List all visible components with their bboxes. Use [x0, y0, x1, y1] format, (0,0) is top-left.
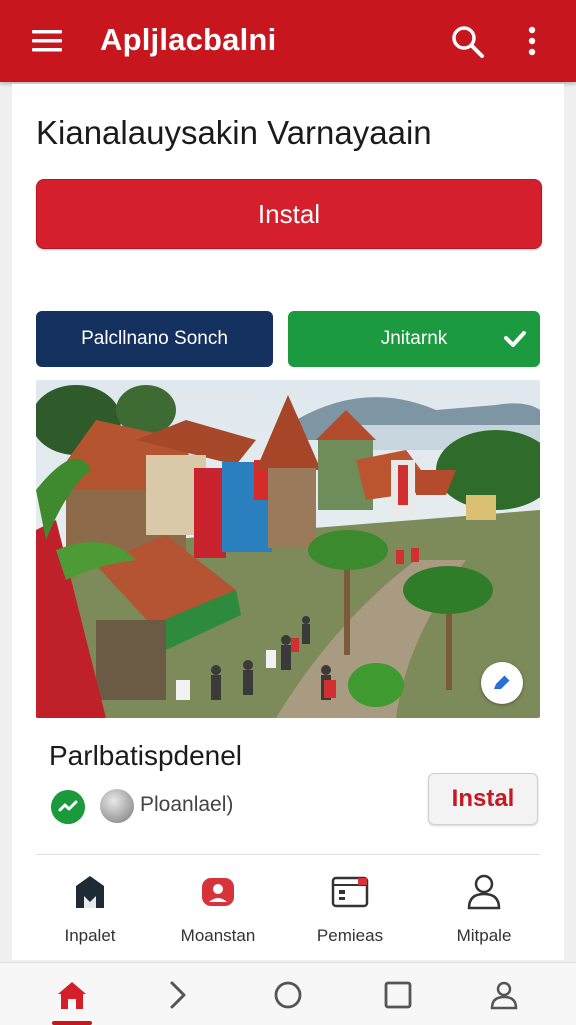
primary-action-button[interactable]: Palcllnano Sonch [36, 311, 273, 367]
app-avatar [100, 789, 134, 823]
store-icon [76, 876, 104, 908]
edit-icon [494, 674, 511, 689]
menu-icon[interactable] [28, 26, 68, 58]
app-item-meta: Ploanlael) [140, 793, 234, 816]
app-item-install-button[interactable]: Instal [428, 773, 538, 825]
secondary-action-label: Jnitarnk [380, 328, 448, 349]
forward-icon[interactable] [160, 977, 196, 1013]
check-icon [504, 331, 526, 347]
page-heading: Kianalauysakin Varnayaain [36, 114, 432, 151]
active-indicator [52, 1021, 92, 1025]
category-label: Moanstan [180, 926, 256, 945]
divider [36, 854, 540, 855]
category-inpalet[interactable]: Inpalet [30, 872, 150, 952]
app-item-name: Parlbatispdenel [49, 740, 243, 771]
more-vert-icon[interactable] [515, 22, 549, 62]
search-icon[interactable] [448, 22, 488, 62]
trending-icon [51, 790, 85, 824]
square-icon[interactable] [380, 977, 416, 1013]
app-bar: Apljlacbalni [0, 0, 576, 82]
media-icon [331, 876, 369, 908]
secondary-action-button[interactable]: Jnitarnk [288, 311, 540, 367]
category-moanstan[interactable]: Moanstan [158, 872, 278, 952]
category-label: Pemieas [316, 926, 384, 945]
home-icon[interactable] [54, 977, 90, 1013]
category-mitpale[interactable]: Mitpale [424, 872, 544, 952]
game-icon [202, 878, 234, 906]
circle-icon[interactable] [270, 977, 306, 1013]
profile-icon[interactable] [486, 977, 522, 1013]
app-title: Apljlacbalni [100, 22, 277, 57]
navigation-bar [0, 962, 576, 1025]
content-card: Kianalauysakin Varnayaain Instal Palclln… [12, 84, 564, 960]
category-label: Inpalet [64, 926, 116, 945]
category-label: Mitpale [456, 926, 512, 945]
edit-fab[interactable] [481, 662, 523, 704]
category-pemieas[interactable]: Pemieas [290, 872, 410, 952]
person-icon [467, 874, 501, 910]
install-button[interactable]: Instal [36, 179, 542, 249]
village-photo [36, 380, 540, 718]
